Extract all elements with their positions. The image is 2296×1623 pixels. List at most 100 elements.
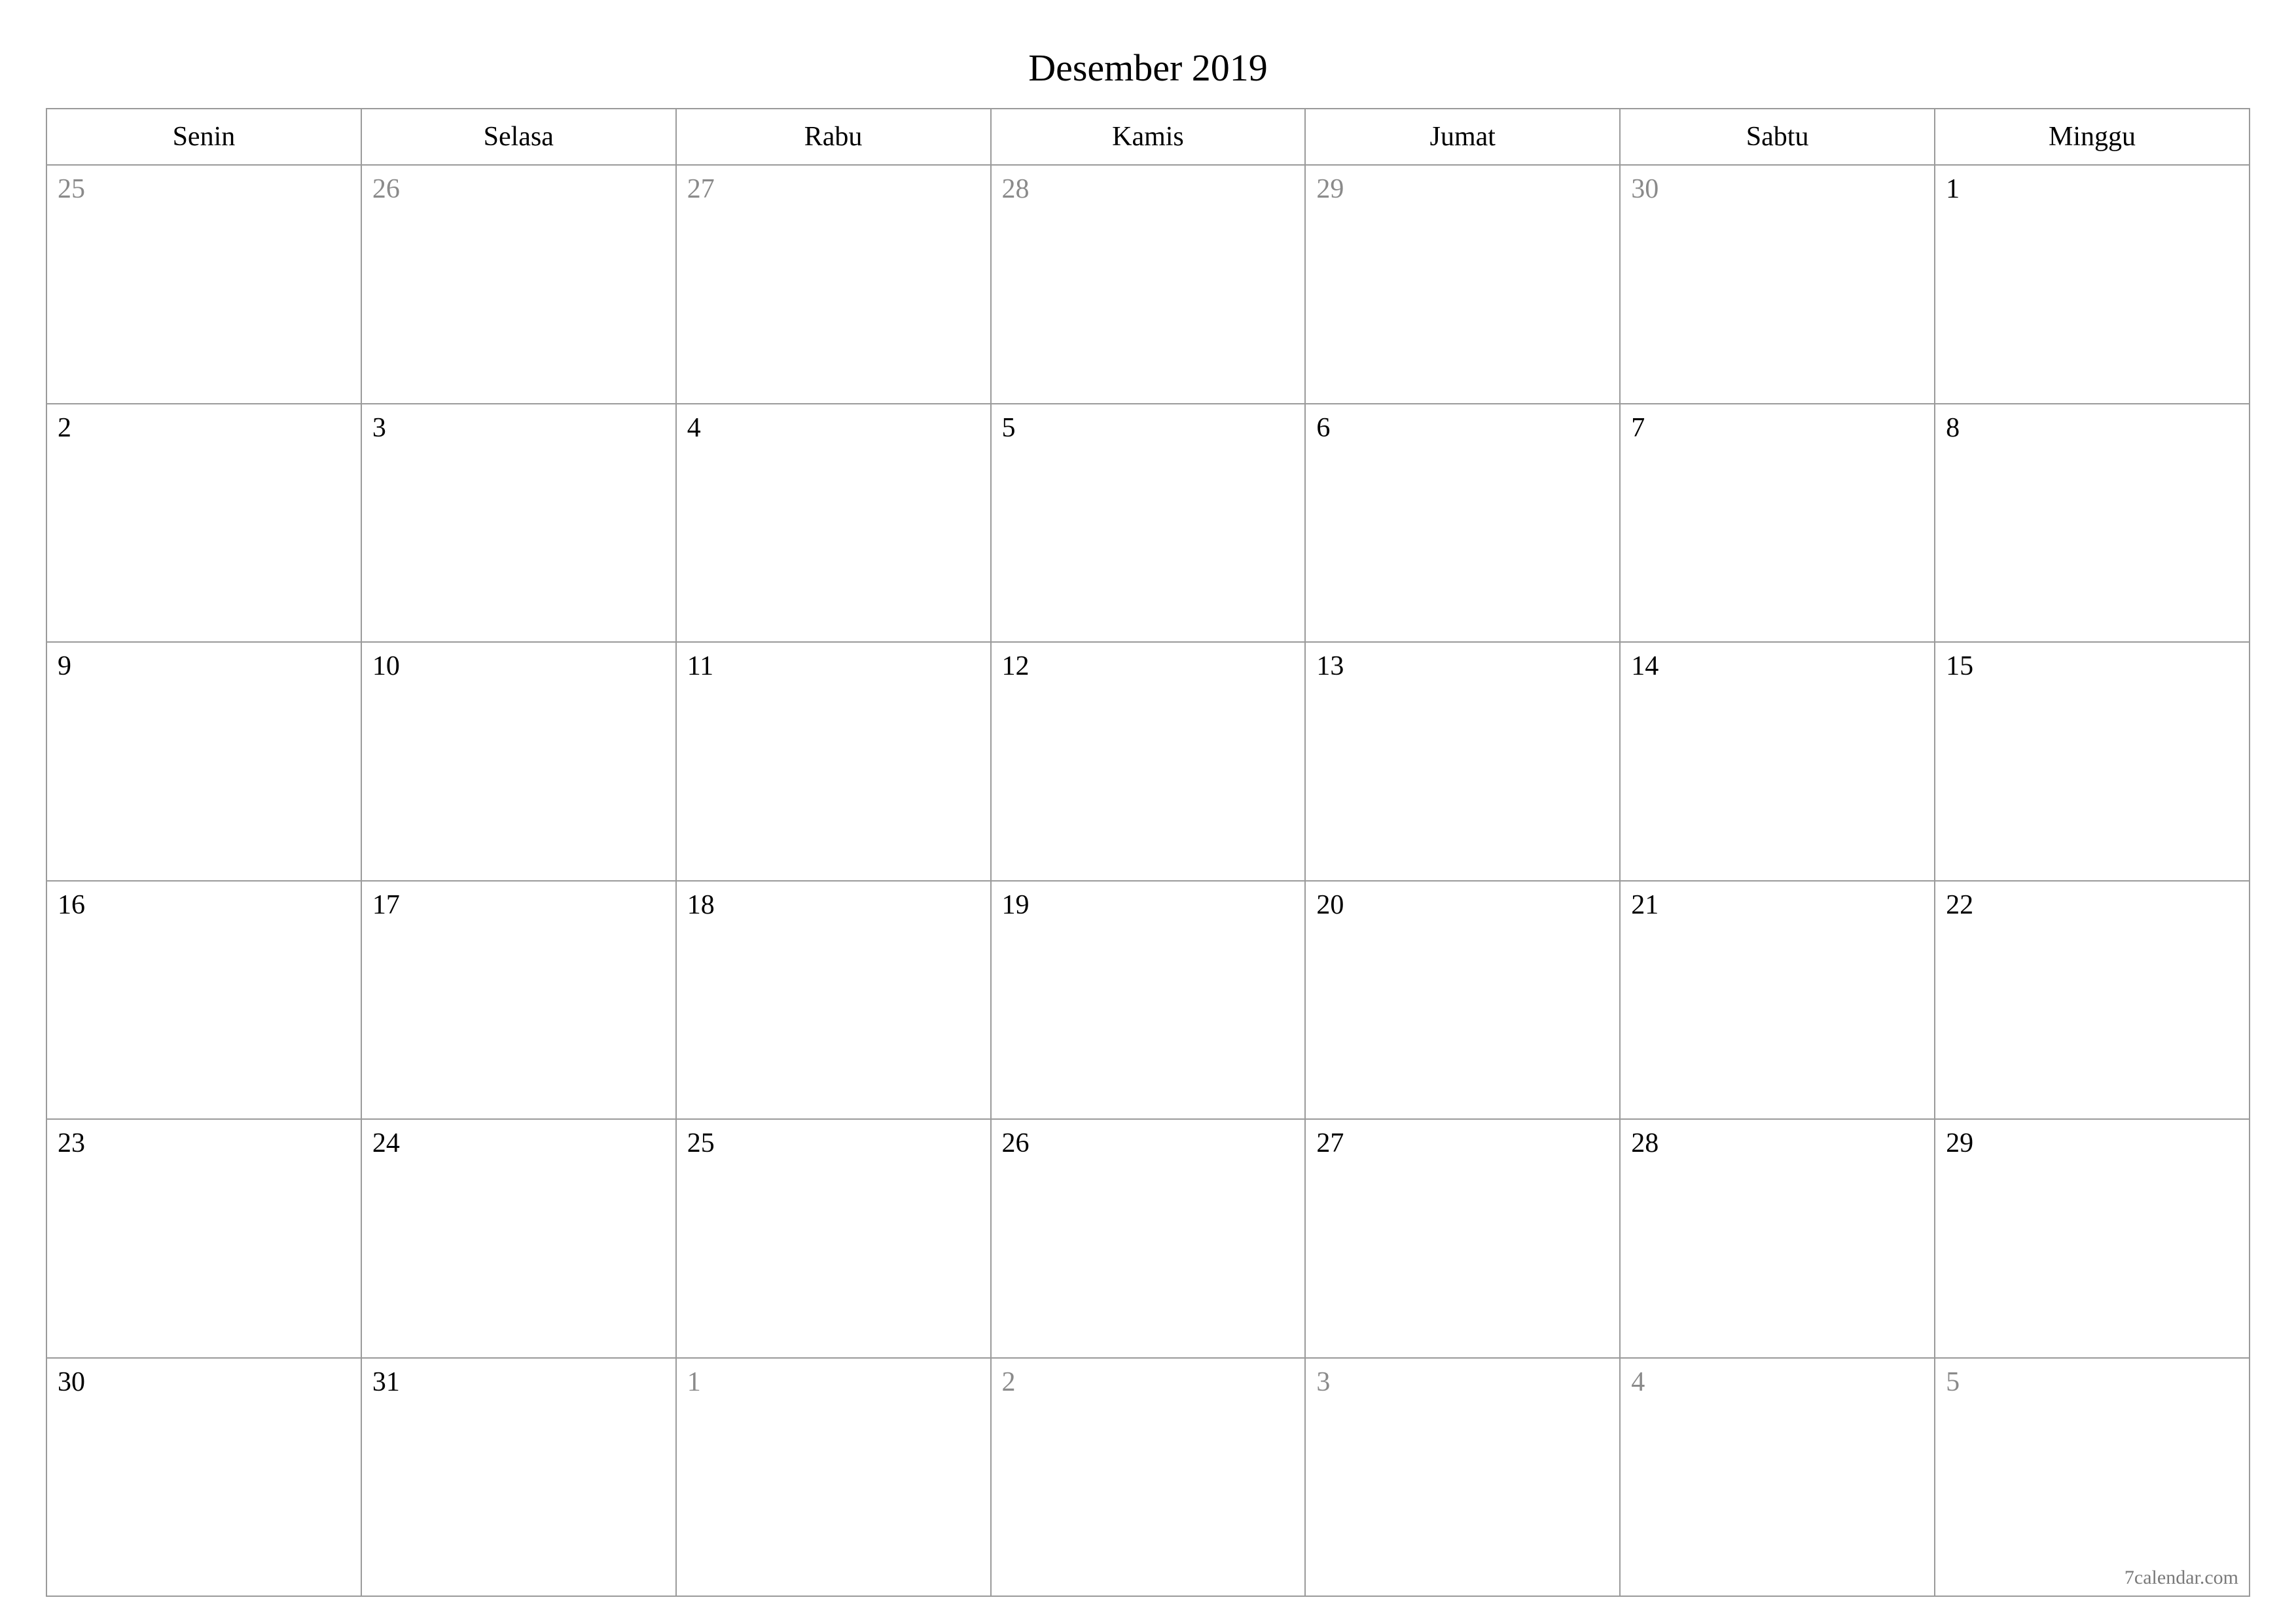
day-number: 15 bbox=[1946, 651, 1973, 682]
day-cell: 22 bbox=[1935, 881, 2250, 1120]
calendar-body: 2526272829301234567891011121314151617181… bbox=[46, 165, 2250, 1596]
day-number: 24 bbox=[372, 1128, 400, 1159]
day-cell: 14 bbox=[1620, 642, 1935, 881]
day-cell: 18 bbox=[676, 881, 991, 1120]
day-number: 26 bbox=[1002, 1128, 1030, 1159]
weekday-row: Senin Selasa Rabu Kamis Jumat Sabtu Ming… bbox=[46, 109, 2250, 165]
day-cell: 9 bbox=[46, 642, 361, 881]
day-cell: 30 bbox=[1620, 165, 1935, 404]
day-number: 4 bbox=[1631, 1366, 1645, 1398]
day-number: 9 bbox=[58, 651, 71, 682]
day-cell: 30 bbox=[46, 1358, 361, 1597]
day-cell: 20 bbox=[1305, 881, 1620, 1120]
day-cell: 26 bbox=[361, 165, 676, 404]
day-cell: 11 bbox=[676, 642, 991, 881]
day-cell: 15 bbox=[1935, 642, 2250, 881]
day-cell: 16 bbox=[46, 881, 361, 1120]
week-row: 25 26 27 28 29 30 1 bbox=[46, 165, 2250, 404]
footer-credit: 7calendar.com bbox=[2125, 1567, 2238, 1589]
day-number: 7 bbox=[1631, 412, 1645, 444]
day-number: 25 bbox=[687, 1128, 715, 1159]
day-cell: 5 bbox=[991, 404, 1306, 643]
day-cell: 24 bbox=[361, 1119, 676, 1358]
day-number: 17 bbox=[372, 889, 400, 921]
day-number: 6 bbox=[1316, 412, 1330, 444]
calendar-header: Senin Selasa Rabu Kamis Jumat Sabtu Ming… bbox=[46, 109, 2250, 165]
day-cell: 29 bbox=[1935, 1119, 2250, 1358]
day-cell: 25 bbox=[46, 165, 361, 404]
day-cell: 10 bbox=[361, 642, 676, 881]
day-cell: 31 bbox=[361, 1358, 676, 1597]
week-row: 16 17 18 19 20 21 22 bbox=[46, 881, 2250, 1120]
calendar-table: Senin Selasa Rabu Kamis Jumat Sabtu Ming… bbox=[46, 108, 2250, 1597]
day-number: 29 bbox=[1946, 1128, 1973, 1159]
day-number: 30 bbox=[58, 1366, 85, 1398]
day-cell: 7 bbox=[1620, 404, 1935, 643]
day-number: 29 bbox=[1316, 173, 1344, 205]
week-row: 23 24 25 26 27 28 29 bbox=[46, 1119, 2250, 1358]
day-number: 4 bbox=[687, 412, 701, 444]
day-number: 23 bbox=[58, 1128, 85, 1159]
day-number: 3 bbox=[372, 412, 386, 444]
day-number: 11 bbox=[687, 651, 713, 682]
weekday-header: Sabtu bbox=[1620, 109, 1935, 165]
calendar-page: Desember 2019 Senin Selasa Rabu Kamis Ju… bbox=[0, 0, 2296, 1623]
day-number: 12 bbox=[1002, 651, 1030, 682]
day-number: 1 bbox=[1946, 173, 1960, 205]
weekday-header: Kamis bbox=[991, 109, 1306, 165]
day-cell: 3 bbox=[1305, 1358, 1620, 1597]
weekday-header: Minggu bbox=[1935, 109, 2250, 165]
day-number: 19 bbox=[1002, 889, 1030, 921]
day-cell: 8 bbox=[1935, 404, 2250, 643]
day-cell: 3 bbox=[361, 404, 676, 643]
day-cell: 26 bbox=[991, 1119, 1306, 1358]
day-cell: 28 bbox=[991, 165, 1306, 404]
day-cell: 17 bbox=[361, 881, 676, 1120]
day-number: 2 bbox=[58, 412, 71, 444]
day-cell: 23 bbox=[46, 1119, 361, 1358]
day-number: 27 bbox=[687, 173, 715, 205]
day-number: 25 bbox=[58, 173, 85, 205]
day-number: 28 bbox=[1631, 1128, 1659, 1159]
day-number: 8 bbox=[1946, 412, 1960, 444]
day-number: 22 bbox=[1946, 889, 1973, 921]
day-cell: 13 bbox=[1305, 642, 1620, 881]
day-cell: 1 bbox=[1935, 165, 2250, 404]
day-number: 27 bbox=[1316, 1128, 1344, 1159]
weekday-header: Senin bbox=[46, 109, 361, 165]
weekday-header: Rabu bbox=[676, 109, 991, 165]
week-row: 2 3 4 5 6 7 8 bbox=[46, 404, 2250, 643]
day-cell: 6 bbox=[1305, 404, 1620, 643]
day-cell: 19 bbox=[991, 881, 1306, 1120]
day-number: 31 bbox=[372, 1366, 400, 1398]
day-cell: 57calendar.com bbox=[1935, 1358, 2250, 1597]
day-cell: 4 bbox=[1620, 1358, 1935, 1597]
day-number: 26 bbox=[372, 173, 400, 205]
day-cell: 2 bbox=[46, 404, 361, 643]
day-number: 20 bbox=[1316, 889, 1344, 921]
day-number: 28 bbox=[1002, 173, 1030, 205]
day-number: 13 bbox=[1316, 651, 1344, 682]
weekday-header: Selasa bbox=[361, 109, 676, 165]
day-cell: 27 bbox=[1305, 1119, 1620, 1358]
day-number: 21 bbox=[1631, 889, 1659, 921]
day-number: 18 bbox=[687, 889, 715, 921]
day-number: 30 bbox=[1631, 173, 1659, 205]
day-cell: 4 bbox=[676, 404, 991, 643]
day-cell: 12 bbox=[991, 642, 1306, 881]
day-number: 3 bbox=[1316, 1366, 1330, 1398]
day-number: 16 bbox=[58, 889, 85, 921]
day-cell: 27 bbox=[676, 165, 991, 404]
day-number: 2 bbox=[1002, 1366, 1016, 1398]
day-cell: 28 bbox=[1620, 1119, 1935, 1358]
day-number: 5 bbox=[1002, 412, 1016, 444]
day-cell: 29 bbox=[1305, 165, 1620, 404]
week-row: 3031123457calendar.com bbox=[46, 1358, 2250, 1597]
month-title: Desember 2019 bbox=[46, 46, 2250, 90]
day-cell: 21 bbox=[1620, 881, 1935, 1120]
day-number: 14 bbox=[1631, 651, 1659, 682]
day-number: 10 bbox=[372, 651, 400, 682]
week-row: 9 10 11 12 13 14 15 bbox=[46, 642, 2250, 881]
weekday-header: Jumat bbox=[1305, 109, 1620, 165]
day-cell: 25 bbox=[676, 1119, 991, 1358]
